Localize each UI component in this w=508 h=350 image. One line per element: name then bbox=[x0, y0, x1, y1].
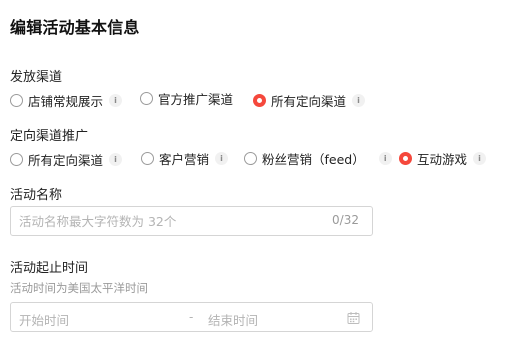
info-icon[interactable]: i bbox=[378, 151, 392, 165]
radio-official-promotion[interactable]: 官方推广渠道 bbox=[140, 89, 233, 107]
date-range-picker[interactable]: 开始时间 - 结束时间 bbox=[10, 302, 373, 332]
activity-time-label: 活动起止时间 bbox=[10, 261, 89, 276]
radio-label: 客户营销 bbox=[159, 151, 210, 167]
info-icon[interactable]: i bbox=[473, 151, 487, 165]
radio-all-targeted[interactable]: 所有定向渠道 i bbox=[253, 91, 366, 109]
radio-customer-marketing[interactable]: 客户营销 i bbox=[141, 149, 229, 167]
start-time-input[interactable]: 开始时间 bbox=[19, 310, 69, 329]
activity-name-field[interactable]: 0/32 bbox=[10, 206, 373, 236]
radio-circle[interactable] bbox=[10, 152, 23, 166]
end-time-input[interactable]: 结束时间 bbox=[208, 310, 258, 329]
targeted-channel-label: 定向渠道推广 bbox=[10, 129, 89, 144]
radio-label: 所有定向渠道 bbox=[271, 93, 347, 109]
info-icon[interactable]: i bbox=[352, 93, 366, 107]
range-separator: - bbox=[189, 310, 194, 324]
radio-label: 店铺常规展示 bbox=[28, 93, 104, 109]
activity-name-label: 活动名称 bbox=[10, 188, 63, 203]
radio-circle[interactable] bbox=[244, 151, 257, 165]
info-icon[interactable]: i bbox=[109, 152, 123, 166]
info-icon[interactable]: i bbox=[109, 93, 123, 107]
radio-interactive-game[interactable]: 互动游戏 i bbox=[399, 149, 487, 167]
radio-label: 互动游戏 bbox=[417, 151, 468, 167]
radio-circle-checked[interactable] bbox=[253, 93, 266, 107]
char-counter: 0/32 bbox=[332, 213, 359, 227]
radio-label: 官方推广渠道 bbox=[158, 91, 234, 107]
timezone-hint: 活动时间为美国太平洋时间 bbox=[10, 281, 148, 295]
radio-circle-checked[interactable] bbox=[399, 151, 412, 165]
activity-name-input[interactable] bbox=[19, 212, 319, 230]
radio-label: 粉丝营销（feed） bbox=[262, 151, 365, 167]
radio-targeted-all[interactable]: 所有定向渠道 i bbox=[10, 150, 123, 168]
radio-fan-marketing[interactable]: 粉丝营销（feed） i bbox=[244, 149, 392, 167]
radio-circle[interactable] bbox=[141, 151, 154, 165]
radio-circle[interactable] bbox=[140, 91, 153, 105]
radio-label: 所有定向渠道 bbox=[28, 152, 104, 168]
page-title: 编辑活动基本信息 bbox=[10, 18, 140, 37]
radio-circle[interactable] bbox=[10, 93, 23, 107]
info-icon[interactable]: i bbox=[215, 151, 229, 165]
calendar-icon[interactable] bbox=[347, 310, 360, 329]
distribution-channel-label: 发放渠道 bbox=[10, 70, 63, 85]
radio-store-display[interactable]: 店铺常规展示 i bbox=[10, 91, 123, 109]
